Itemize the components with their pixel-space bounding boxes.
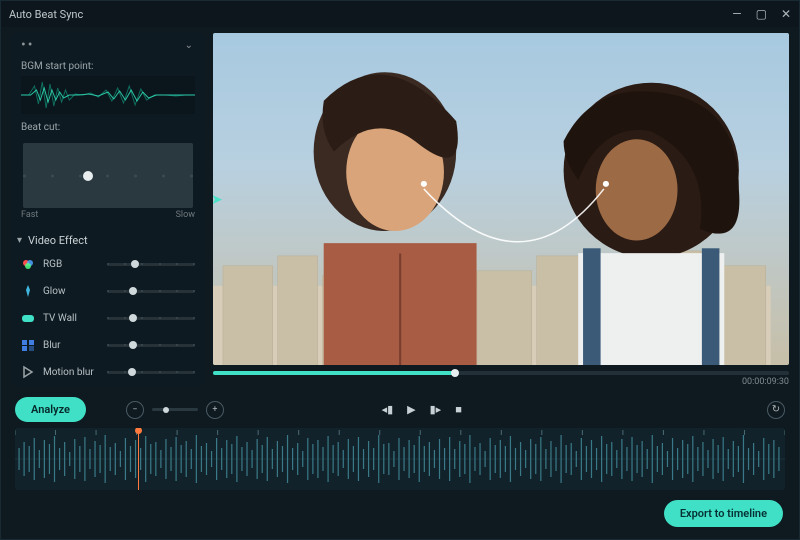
collapsed-dots-icon: •• (21, 37, 34, 53)
main-area: •• ⌄ BGM start point: Beat cut: Fast Slo… (1, 27, 799, 391)
play-button[interactable]: ▶ (407, 403, 415, 416)
beat-cut-min: Fast (21, 210, 38, 220)
bgm-waveform-svg (21, 76, 195, 114)
effect-slider-glow[interactable] (107, 290, 195, 293)
stop-button[interactable]: ■ (455, 403, 462, 416)
effect-row-motionblur: Motion blur (21, 363, 195, 381)
effect-slider-motionblur[interactable] (107, 371, 195, 374)
earbud-wire (213, 33, 789, 365)
video-effect-section-header[interactable]: ▾ Video Effect (17, 234, 195, 247)
rgb-icon (21, 257, 35, 271)
sidebar: •• ⌄ BGM start point: Beat cut: Fast Slo… (11, 33, 205, 387)
video-effect-title: Video Effect (28, 234, 88, 247)
titlebar: Auto Beat Sync — ▢ ✕ (1, 1, 799, 27)
beat-cut-label: Beat cut: (21, 122, 195, 133)
video-preview[interactable]: ➤ (213, 33, 789, 365)
beat-cut-range-labels: Fast Slow (21, 210, 195, 220)
preview-panel: ➤ (213, 33, 789, 387)
maximize-button[interactable]: ▢ (756, 8, 767, 20)
zoom-out-button[interactable]: − (126, 401, 144, 419)
effect-row-blur: Blur (21, 336, 195, 354)
bgm-waveform[interactable] (21, 76, 195, 114)
effect-label: Blur (43, 340, 99, 351)
zoom-cluster: − + (126, 401, 224, 419)
preview-progress[interactable] (213, 371, 789, 375)
effect-row-rgb: RGB (21, 255, 195, 273)
timeline-waveform-svg (15, 428, 785, 490)
export-button[interactable]: Export to timeline (664, 500, 783, 527)
blur-icon (21, 338, 35, 352)
effect-label: Motion blur (43, 367, 99, 378)
zoom-in-button[interactable]: + (206, 401, 224, 419)
effect-row-tvwall: TV Wall (21, 309, 195, 327)
effect-label: TV Wall (43, 313, 99, 324)
preview-timecode: 00:00:09:30 (213, 377, 789, 387)
collapse-caret-icon: ⌄ (185, 40, 195, 51)
window-controls: — ▢ ✕ (732, 8, 791, 20)
effect-slider-rgb[interactable] (107, 263, 195, 266)
effect-list: RGB Glow TV Wall (21, 255, 195, 381)
analyze-button[interactable]: Analyze (15, 397, 86, 422)
timeline-waveform[interactable] (15, 428, 785, 490)
minimize-button[interactable]: — (732, 8, 741, 20)
transport-controls: ◂▮ ▶ ▮▸ ■ (382, 403, 462, 416)
loop-button[interactable]: ↻ (767, 401, 785, 419)
effect-label: RGB (43, 259, 99, 270)
beat-cut-slider[interactable] (23, 143, 193, 208)
close-button[interactable]: ✕ (781, 8, 791, 20)
effect-slider-tvwall[interactable] (107, 317, 195, 320)
footer: Export to timeline (1, 490, 799, 539)
effect-row-glow: Glow (21, 282, 195, 300)
app-window: Auto Beat Sync — ▢ ✕ •• ⌄ BGM start poin… (0, 0, 800, 540)
prev-frame-button[interactable]: ◂▮ (382, 403, 394, 416)
controls-row: Analyze − + ◂▮ ▶ ▮▸ ■ ↻ (1, 391, 799, 428)
collapsed-section[interactable]: •• ⌄ (21, 37, 195, 53)
glow-icon (21, 284, 35, 298)
zoom-slider[interactable] (152, 408, 198, 411)
timeline-playhead[interactable] (138, 428, 139, 490)
next-frame-button[interactable]: ▮▸ (430, 403, 442, 416)
motionblur-icon (21, 365, 35, 379)
tvwall-icon (21, 311, 35, 325)
bgm-label: BGM start point: (21, 61, 195, 72)
effect-label: Glow (43, 286, 99, 297)
beat-cut-max: Slow (176, 210, 195, 220)
window-title: Auto Beat Sync (9, 8, 83, 21)
effect-slider-blur[interactable] (107, 344, 195, 347)
chevron-down-icon: ▾ (17, 235, 22, 246)
